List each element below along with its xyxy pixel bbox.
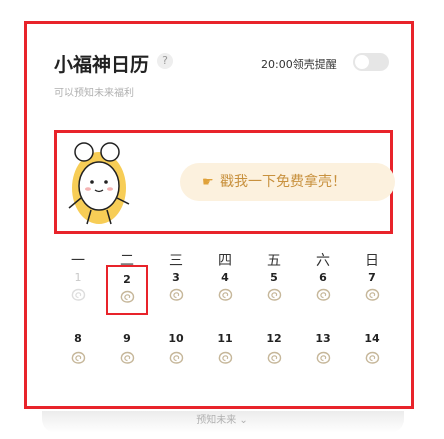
free-shell-banner[interactable]: ☛ 戳我一下免费拿壳！ — [54, 130, 395, 234]
day-number: 7 — [368, 271, 376, 284]
calendar-day-8[interactable]: 8 — [57, 326, 99, 376]
shell-icon — [218, 351, 232, 364]
day-number: 14 — [364, 332, 380, 345]
more-label: 预知未来 — [196, 415, 237, 426]
calendar-day-10[interactable]: 10 — [155, 326, 197, 376]
calendar-day-9[interactable]: 9 — [106, 326, 148, 376]
day-number: 9 — [123, 332, 131, 345]
shell-icon — [169, 288, 183, 301]
calendar-day-4[interactable]: 4 — [204, 265, 246, 315]
day-number: 2 — [123, 273, 131, 286]
chevron-down-icon: ⌄ — [239, 415, 248, 426]
day-number: 10 — [168, 332, 184, 345]
mascot-icon — [68, 142, 130, 225]
day-number: 4 — [221, 271, 229, 284]
day-number: 12 — [266, 332, 282, 345]
calendar-card: 小福神日历 ? 可以预知未来福利 20:00领壳提醒 ☛ 戳我一下免费拿壳！ 一 … — [24, 21, 414, 426]
shell-icon — [71, 288, 85, 301]
more-toggle[interactable]: 预知未来 ⌄ — [27, 411, 417, 426]
calendar-day-6[interactable]: 6 — [302, 265, 344, 315]
day-number: 11 — [217, 332, 233, 345]
calendar-day-11[interactable]: 11 — [204, 326, 246, 376]
shell-icon — [365, 288, 379, 301]
shell-icon — [218, 288, 232, 301]
calendar-day-3[interactable]: 3 — [155, 265, 197, 315]
shell-icon — [316, 351, 330, 364]
shell-icon — [316, 288, 330, 301]
shell-icon — [267, 351, 281, 364]
day-number: 5 — [270, 271, 278, 284]
toggle-knob — [355, 55, 369, 69]
reminder-toggle[interactable] — [353, 53, 389, 71]
cta-button[interactable]: ☛ 戳我一下免费拿壳！ — [180, 163, 395, 201]
calendar-day-14[interactable]: 14 — [351, 326, 393, 376]
shell-icon — [365, 351, 379, 364]
calendar-day-1[interactable]: 1 — [57, 265, 99, 315]
help-icon[interactable]: ? — [157, 53, 173, 69]
calendar-day-12[interactable]: 12 — [253, 326, 295, 376]
subtitle: 可以预知未来福利 — [54, 88, 134, 99]
reminder-label: 20:00领壳提醒 — [261, 58, 337, 71]
shell-icon — [71, 351, 85, 364]
day-number: 13 — [315, 332, 331, 345]
shell-icon — [120, 290, 134, 303]
day-number: 1 — [74, 271, 82, 284]
day-number: 3 — [172, 271, 180, 284]
calendar-day-13[interactable]: 13 — [302, 326, 344, 376]
day-number: 8 — [74, 332, 82, 345]
calendar-day-2[interactable]: 2 — [106, 265, 148, 315]
shell-icon — [267, 288, 281, 301]
calendar-day-7[interactable]: 7 — [351, 265, 393, 315]
page-title: 小福神日历 — [54, 54, 150, 76]
cta-label: 戳我一下免费拿壳！ — [220, 174, 346, 190]
shell-icon — [120, 351, 134, 364]
day-number: 6 — [319, 271, 327, 284]
pointing-hand-icon: ☛ — [202, 175, 214, 190]
calendar-day-5[interactable]: 5 — [253, 265, 295, 315]
shell-icon — [169, 351, 183, 364]
